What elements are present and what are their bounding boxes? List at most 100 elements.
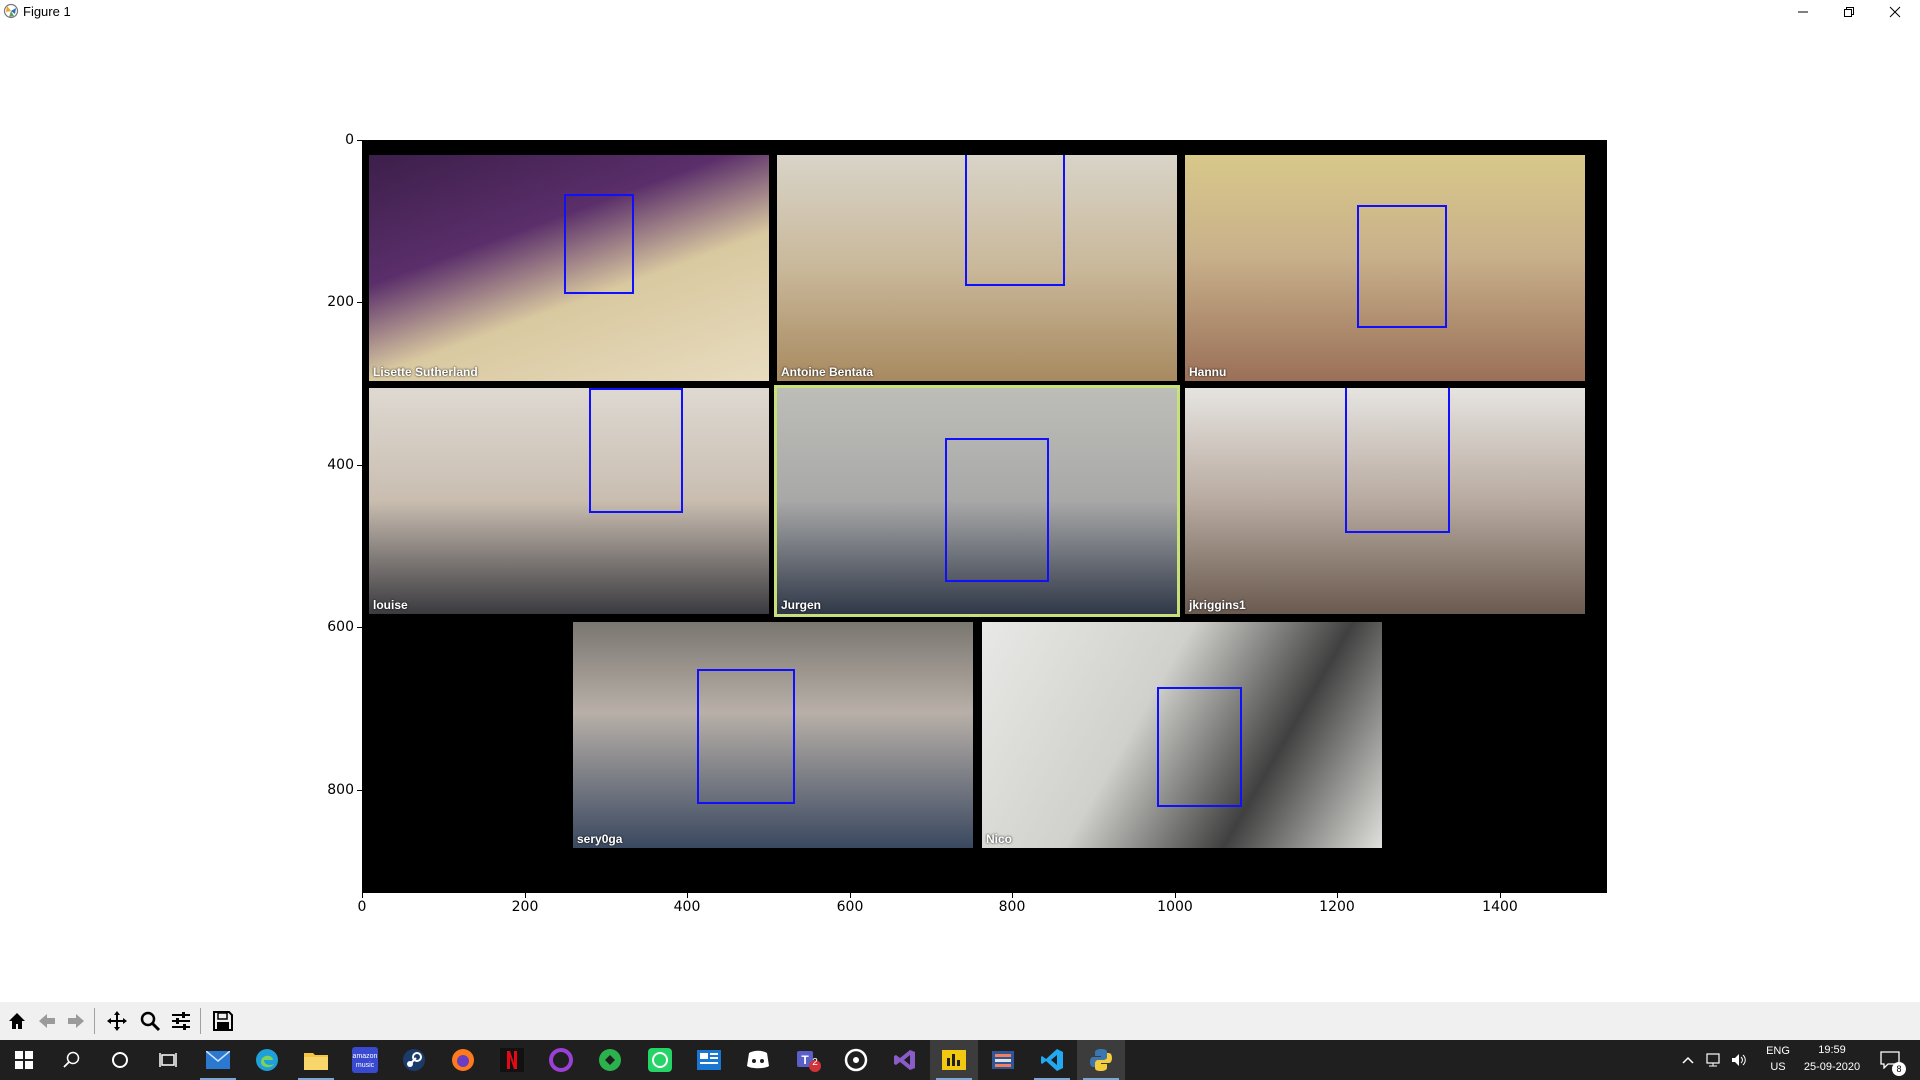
speaker-icon (1732, 1054, 1746, 1066)
language-indicator[interactable]: ENG US (1758, 1040, 1798, 1080)
x-tick (1337, 893, 1338, 898)
powerbi-app[interactable] (930, 1040, 978, 1080)
steam-vr-app[interactable] (832, 1040, 880, 1080)
back-button[interactable] (34, 1008, 60, 1034)
home-icon (9, 1013, 25, 1029)
obs-app[interactable] (537, 1040, 585, 1080)
y-tick-label: 0 (345, 132, 354, 148)
video-tile: Nico (982, 622, 1382, 848)
x-tick-label: 400 (673, 899, 701, 915)
configure-subplots-icon (172, 1012, 190, 1030)
video-tile: sery0ga (573, 622, 973, 848)
feedly-icon (599, 1049, 621, 1071)
action-center-button[interactable]: 8 (1870, 1040, 1910, 1080)
y-tick-label: 600 (327, 619, 354, 635)
app-icon (992, 1051, 1014, 1069)
y-tick (357, 302, 362, 303)
visual-studio-app[interactable] (881, 1040, 929, 1080)
netflix-app[interactable] (488, 1040, 536, 1080)
cortana-button[interactable] (96, 1040, 144, 1080)
x-tick-label: 800 (998, 899, 1026, 915)
participant-name: louise (373, 598, 408, 612)
face-detection-box (589, 388, 683, 513)
figure-axes[interactable]: Lisette Sutherland Antoine Bentata Hannu… (0, 0, 1920, 1000)
feedly-app[interactable] (586, 1040, 634, 1080)
x-tick-label: 1200 (1319, 899, 1355, 915)
x-tick-label: 1400 (1482, 899, 1518, 915)
taskbar: amazon music T 2 ENG US 19:59 25-09-2020… (0, 1040, 1920, 1080)
toolbar-separator (200, 1008, 201, 1034)
svg-text:amazon: amazon (353, 1053, 378, 1060)
video-tile: Hannu (1185, 155, 1585, 381)
participant-name: Jurgen (781, 598, 822, 612)
whatsapp-app[interactable] (636, 1040, 684, 1080)
volume-tray-button[interactable] (1726, 1040, 1752, 1080)
pan-icon (107, 1011, 127, 1031)
obs-icon (549, 1048, 573, 1072)
network-tray-button[interactable] (1700, 1040, 1726, 1080)
y-tick (357, 465, 362, 466)
file-explorer-app[interactable] (292, 1040, 340, 1080)
python-icon (1090, 1049, 1112, 1071)
zoom-icon (140, 1011, 161, 1032)
zoom-button[interactable] (137, 1008, 163, 1034)
x-tick-label: 1000 (1157, 899, 1193, 915)
y-tick (357, 627, 362, 628)
news-app[interactable] (685, 1040, 733, 1080)
search-button[interactable] (48, 1040, 96, 1080)
clock[interactable]: 19:59 25-09-2020 (1800, 1040, 1864, 1080)
file-explorer-icon (304, 1053, 328, 1070)
app-launcher[interactable] (979, 1040, 1027, 1080)
edge-app[interactable] (243, 1040, 291, 1080)
face-detection-box (1345, 388, 1450, 533)
show-hidden-icons-button[interactable] (1676, 1040, 1700, 1080)
start-button[interactable] (0, 1040, 48, 1080)
image-plot[interactable]: Lisette Sutherland Antoine Bentata Hannu… (362, 140, 1607, 893)
teams-app[interactable]: T 2 (783, 1040, 831, 1080)
visual-studio-icon (894, 1050, 915, 1070)
python-app[interactable] (1077, 1040, 1125, 1080)
face-detection-box (945, 438, 1049, 582)
video-tile: Antoine Bentata (777, 155, 1177, 381)
whatsapp-icon (648, 1048, 672, 1072)
discord-app[interactable] (734, 1040, 782, 1080)
steam-app[interactable] (390, 1040, 438, 1080)
x-tick (1175, 893, 1176, 898)
language-label: ENG (1766, 1045, 1790, 1057)
news-icon (697, 1050, 721, 1070)
video-tile: louise (369, 388, 769, 614)
face-detection-box (965, 155, 1065, 286)
x-tick (850, 893, 851, 898)
x-tick-label: 0 (357, 899, 367, 915)
vscode-app[interactable] (1028, 1040, 1076, 1080)
y-tick (357, 140, 362, 141)
video-tile: Lisette Sutherland (369, 155, 769, 381)
task-view-icon (159, 1053, 177, 1067)
windows-start-icon (15, 1051, 33, 1069)
configure-subplots-button[interactable] (168, 1008, 194, 1034)
forward-button[interactable] (63, 1008, 89, 1034)
powerbi-icon (942, 1050, 966, 1070)
forward-arrow-icon (68, 1014, 84, 1028)
y-tick-label: 800 (327, 782, 354, 798)
video-tile: jkriggins1 (1185, 388, 1585, 614)
steam-vr-icon (844, 1048, 868, 1072)
face-detection-box (1157, 687, 1242, 807)
amazon-music-app[interactable]: amazon music (341, 1040, 389, 1080)
y-tick-label: 400 (327, 457, 354, 473)
x-tick (687, 893, 688, 898)
home-button[interactable] (4, 1008, 30, 1034)
x-tick (1012, 893, 1013, 898)
participant-name: sery0ga (577, 832, 623, 846)
region-label: US (1770, 1061, 1786, 1073)
task-view-button[interactable] (144, 1040, 192, 1080)
steam-icon (403, 1049, 425, 1071)
x-tick-label: 200 (511, 899, 539, 915)
firefox-app[interactable] (439, 1040, 487, 1080)
pan-button[interactable] (104, 1008, 130, 1034)
save-button[interactable] (210, 1008, 236, 1034)
save-icon (213, 1011, 233, 1031)
mail-app[interactable] (194, 1040, 242, 1080)
vscode-icon (1041, 1049, 1063, 1071)
cortana-icon (112, 1052, 128, 1068)
